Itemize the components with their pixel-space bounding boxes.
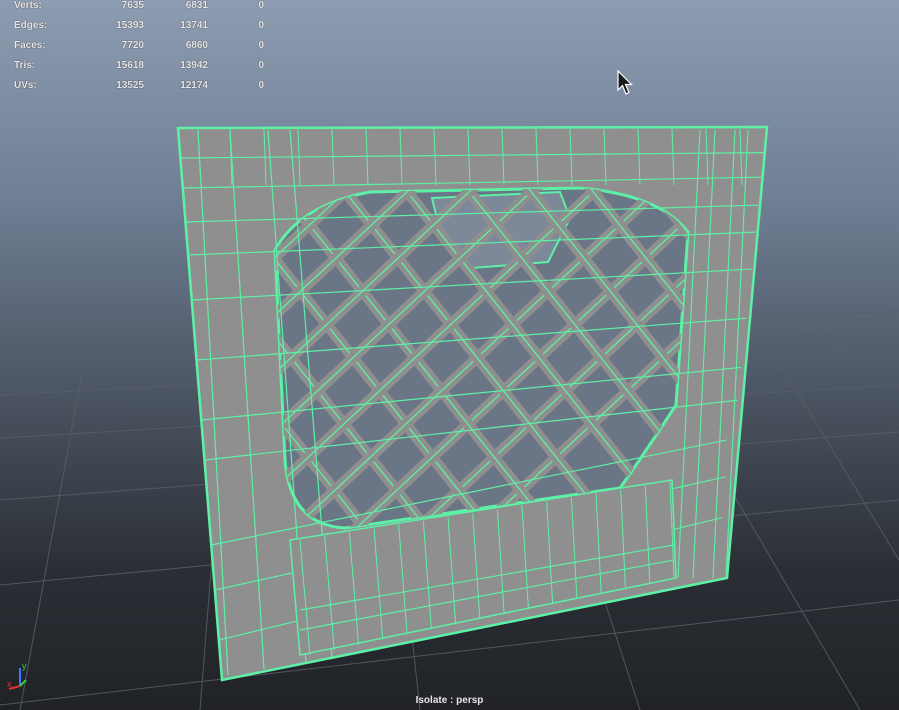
3d-viewport[interactable]: Verts: 7635 6831 0 Edges: 15393 13741 0 …	[0, 0, 899, 710]
hud-value-scene: 15618	[116, 60, 144, 71]
hud-label: Tris:	[14, 60, 36, 71]
poly-count-hud: Verts: 7635 6831 0 Edges: 15393 13741 0 …	[14, 0, 264, 96]
hud-row-edges: Edges: 15393 13741 0	[14, 16, 264, 36]
hud-value-object: 13741	[180, 20, 208, 31]
hud-value-object: 6860	[185, 40, 208, 51]
hud-row-uvs: UVs: 13525 12174 0	[14, 76, 264, 96]
hud-value-scene: 15393	[116, 20, 144, 31]
axis-gizmo-icon: y x	[7, 661, 27, 690]
hud-row-tris: Tris: 15618 13942 0	[14, 56, 264, 76]
grid-line	[759, 329, 899, 561]
hud-value-object: 6831	[185, 0, 208, 11]
mouse-pointer-icon	[617, 70, 633, 95]
hud-label: Faces:	[14, 40, 46, 51]
hud-value-scene: 7635	[121, 0, 144, 11]
axis-x-label: x	[7, 679, 12, 689]
hud-row-faces: Faces: 7720 6860 0	[14, 36, 264, 56]
hud-value-object: 12174	[180, 80, 208, 91]
hud-value-selected: 0	[258, 20, 264, 31]
hud-value-selected: 0	[258, 40, 264, 51]
camera-label: Isolate : persp	[415, 695, 484, 706]
grid-line	[19, 329, 91, 710]
hud-label: Verts:	[14, 0, 42, 11]
hud-label: UVs:	[14, 80, 37, 91]
hud-value-scene: 13525	[116, 80, 144, 91]
hud-label: Edges:	[14, 20, 48, 31]
crate-panel-mesh[interactable]	[0, 125, 899, 682]
hud-value-object: 13942	[180, 60, 208, 71]
hud-value-scene: 7720	[121, 40, 144, 51]
viewport-scene	[0, 125, 899, 710]
hud-row-verts: Verts: 7635 6831 0	[14, 0, 264, 16]
hud-value-selected: 0	[258, 60, 264, 71]
axis-y-label: y	[22, 661, 27, 671]
hud-value-selected: 0	[258, 0, 264, 11]
hud-value-selected: 0	[258, 80, 264, 91]
